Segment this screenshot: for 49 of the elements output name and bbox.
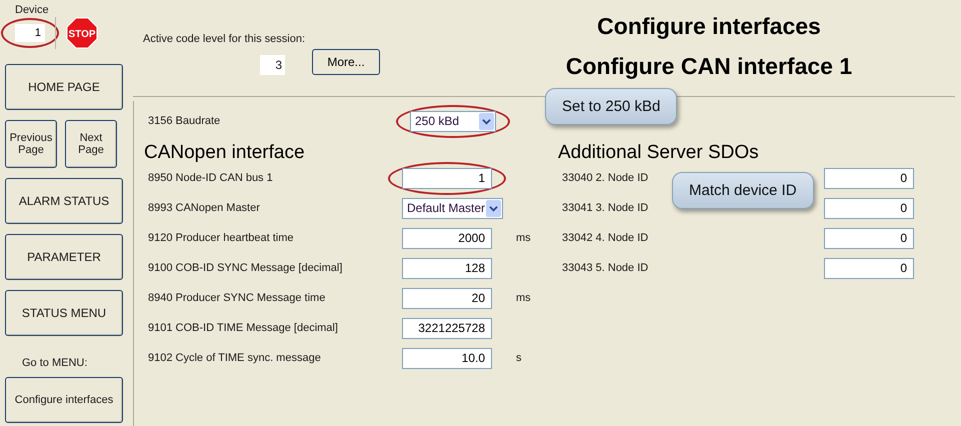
menu-caption: Go to MENU: bbox=[22, 357, 88, 369]
input-field[interactable]: 2000 bbox=[402, 228, 492, 248]
more-button[interactable]: More... bbox=[312, 49, 380, 75]
page-title: Configure CAN interface 1 bbox=[566, 52, 852, 80]
section-title: Additional Server SDOs bbox=[558, 141, 760, 165]
input-field[interactable]: 0 bbox=[824, 228, 914, 248]
input-field[interactable]: 0 bbox=[824, 168, 914, 188]
input-field[interactable]: 20 bbox=[402, 288, 492, 308]
parameter-label: 8993 CANopen Master bbox=[148, 202, 261, 214]
unit-label: ms bbox=[516, 292, 531, 304]
parameter-label: 9120 Producer heartbeat time bbox=[148, 232, 295, 244]
device-label: Device bbox=[15, 4, 50, 16]
code-level-value: 3 bbox=[260, 55, 285, 75]
input-field[interactable]: 10.0 bbox=[402, 348, 492, 368]
nav-button[interactable]: STATUS MENU bbox=[5, 290, 123, 336]
input-field[interactable]: 1 bbox=[402, 168, 492, 188]
dropdown[interactable]: Default Master bbox=[402, 198, 503, 218]
parameter-label: 3156 Baudrate bbox=[148, 115, 222, 127]
section-title: CANopen interface bbox=[144, 141, 306, 165]
baudrate-dropdown[interactable]: 250 kBd bbox=[410, 110, 496, 132]
parameter-label: 33041 3. Node ID bbox=[562, 202, 650, 214]
parameter-label: 33042 4. Node ID bbox=[562, 232, 650, 244]
chevron-down-icon bbox=[482, 116, 491, 126]
nav-button[interactable]: PARAMETER bbox=[5, 234, 123, 280]
chevron-down-icon bbox=[489, 204, 498, 212]
unit-label: s bbox=[516, 352, 522, 364]
nav-button[interactable]: ALARM STATUS bbox=[5, 178, 123, 224]
device-field[interactable]: 1 bbox=[15, 24, 45, 42]
parameter-label: 9101 COB-ID TIME Message [decimal] bbox=[148, 322, 339, 334]
code-level-label: Active code level for this session: bbox=[143, 33, 306, 45]
parameter-label: 9100 COB-ID SYNC Message [decimal] bbox=[148, 262, 344, 274]
page-title: Configure interfaces bbox=[597, 12, 821, 40]
callout-bubble: Match device ID bbox=[672, 172, 814, 209]
unit-label: ms bbox=[516, 232, 531, 244]
input-field[interactable]: 0 bbox=[824, 198, 914, 218]
nav-button[interactable]: HOME PAGE bbox=[5, 64, 123, 110]
parameter-label: 8950 Node-ID CAN bus 1 bbox=[148, 172, 274, 184]
parameter-label: 8940 Producer SYNC Message time bbox=[148, 292, 326, 304]
nav-button[interactable]: Next Page bbox=[65, 120, 117, 168]
nav-button[interactable]: Configure interfaces bbox=[5, 377, 123, 423]
input-field[interactable]: 0 bbox=[824, 258, 914, 278]
stop-sign-icon[interactable]: STOP bbox=[66, 17, 98, 49]
parameter-label: 9102 Cycle of TIME sync. message bbox=[148, 352, 322, 364]
input-field[interactable]: 3221225728 bbox=[402, 318, 492, 338]
parameter-label: 33043 5. Node ID bbox=[562, 262, 650, 274]
parameter-label: 33040 2. Node ID bbox=[562, 172, 650, 184]
callout-bubble: Set to 250 kBd bbox=[545, 88, 678, 125]
input-field[interactable]: 128 bbox=[402, 258, 492, 278]
nav-button[interactable]: Previous Page bbox=[5, 120, 57, 168]
